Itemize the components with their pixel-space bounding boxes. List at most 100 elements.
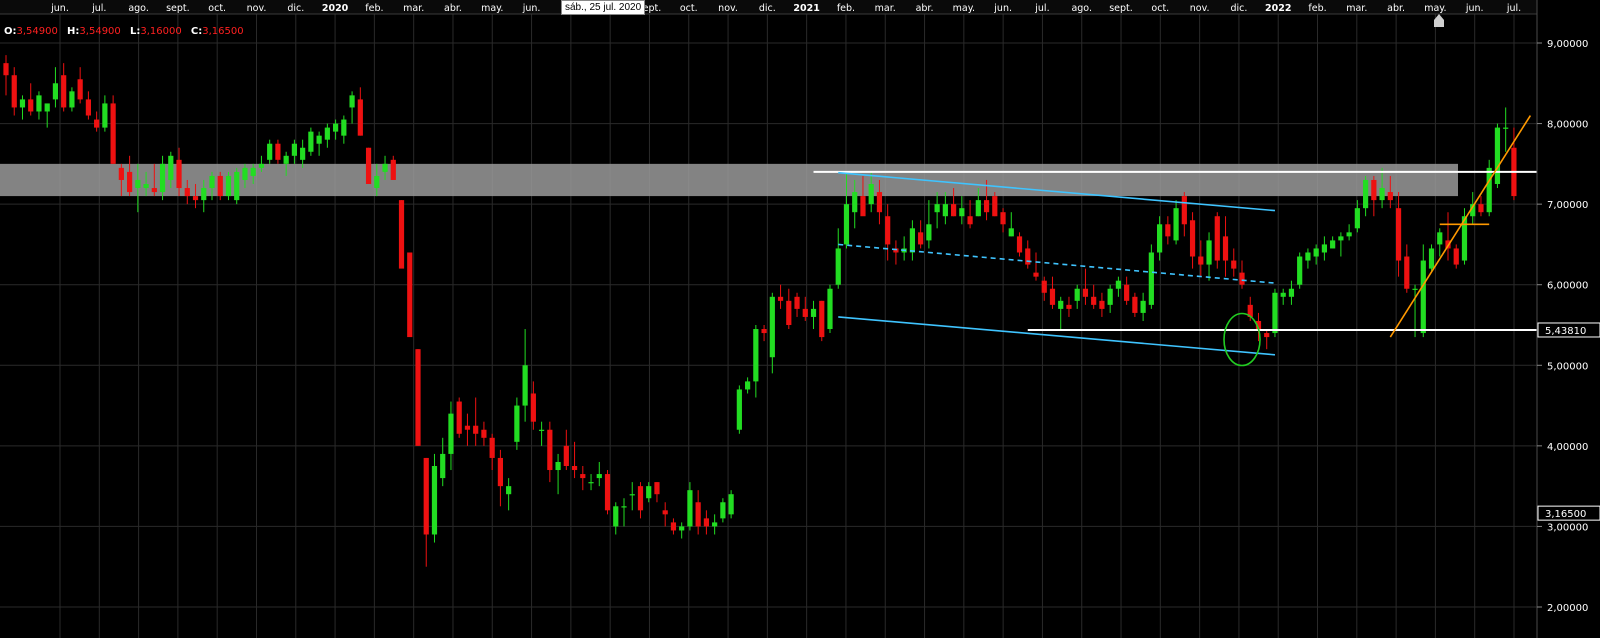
candle[interactable]: [506, 478, 512, 511]
candle[interactable]: [909, 220, 915, 261]
uptrend-line[interactable]: [1389, 115, 1532, 338]
candle[interactable]: [19, 95, 26, 120]
candle[interactable]: [1082, 268, 1089, 305]
candle[interactable]: [571, 441, 578, 479]
candle[interactable]: [926, 200, 932, 249]
candle[interactable]: [646, 482, 652, 503]
candle[interactable]: [1049, 276, 1056, 309]
candle[interactable]: [456, 397, 462, 438]
candlestick-chart[interactable]: 2,00000 3,00000 4,00000 5,00000 6,00000 7,000…: [0, 0, 1600, 638]
candle[interactable]: [580, 466, 586, 491]
candle[interactable]: [1363, 175, 1369, 217]
candle[interactable]: [687, 482, 693, 531]
candle[interactable]: [234, 167, 240, 205]
candle[interactable]: [1214, 212, 1220, 269]
candle[interactable]: [893, 240, 899, 265]
candle[interactable]: [539, 421, 545, 446]
candle[interactable]: [36, 91, 42, 120]
candle[interactable]: [555, 453, 561, 495]
candle[interactable]: [398, 200, 405, 269]
candle[interactable]: [629, 482, 635, 511]
candle[interactable]: [712, 514, 718, 535]
candle[interactable]: [835, 228, 841, 289]
candle[interactable]: [720, 498, 726, 523]
candle[interactable]: [1099, 292, 1105, 317]
candle[interactable]: [341, 115, 347, 144]
candle[interactable]: [1000, 208, 1006, 233]
candle[interactable]: [365, 147, 372, 184]
candle[interactable]: [514, 397, 520, 450]
candle[interactable]: [901, 236, 907, 261]
candle[interactable]: [736, 385, 742, 434]
candle[interactable]: [613, 502, 619, 535]
candle[interactable]: [885, 204, 891, 261]
candle[interactable]: [1157, 216, 1163, 261]
candle[interactable]: [349, 91, 355, 124]
candle[interactable]: [1074, 284, 1080, 309]
candle[interactable]: [794, 292, 800, 317]
candle[interactable]: [1330, 236, 1336, 249]
candle[interactable]: [1033, 252, 1039, 281]
candle[interactable]: [1124, 276, 1130, 305]
candle[interactable]: [1297, 252, 1303, 289]
candle[interactable]: [497, 449, 503, 507]
candle[interactable]: [777, 284, 784, 309]
candle[interactable]: [1222, 216, 1229, 277]
candle[interactable]: [1239, 260, 1245, 289]
candle[interactable]: [464, 413, 471, 446]
candle[interactable]: [415, 349, 421, 446]
candle[interactable]: [662, 502, 668, 527]
candle[interactable]: [637, 482, 644, 519]
candle[interactable]: [423, 457, 429, 567]
candle[interactable]: [357, 87, 363, 136]
candle[interactable]: [819, 300, 825, 342]
candle[interactable]: [267, 139, 273, 164]
highlight-circle[interactable]: [1223, 312, 1261, 367]
candle[interactable]: [934, 192, 940, 229]
candle[interactable]: [753, 325, 759, 398]
candle[interactable]: [1115, 276, 1121, 297]
candle[interactable]: [85, 91, 91, 120]
candle[interactable]: [679, 522, 685, 539]
candle[interactable]: [52, 67, 59, 108]
candle[interactable]: [621, 498, 627, 527]
candle[interactable]: [440, 437, 446, 487]
candle[interactable]: [703, 510, 709, 535]
candle[interactable]: [1503, 107, 1509, 152]
candle[interactable]: [1025, 240, 1031, 269]
candle[interactable]: [481, 421, 487, 446]
candle[interactable]: [1008, 212, 1014, 237]
channel-bottom-line[interactable]: [838, 316, 1276, 356]
candle[interactable]: [316, 131, 322, 156]
candle[interactable]: [1453, 244, 1459, 269]
candle[interactable]: [1148, 244, 1154, 309]
candle[interactable]: [670, 518, 677, 535]
candle[interactable]: [1346, 224, 1352, 241]
candle[interactable]: [110, 95, 116, 164]
candle[interactable]: [1354, 200, 1360, 233]
candle[interactable]: [1404, 244, 1410, 293]
candle[interactable]: [728, 490, 734, 519]
candle[interactable]: [11, 67, 17, 116]
candle[interactable]: [654, 482, 660, 503]
candle[interactable]: [1165, 216, 1171, 245]
candle[interactable]: [1494, 123, 1501, 189]
candle[interactable]: [1305, 248, 1311, 269]
candle[interactable]: [407, 252, 413, 338]
candle[interactable]: [769, 292, 775, 374]
candle[interactable]: [69, 87, 75, 112]
candle[interactable]: [77, 67, 83, 104]
candle[interactable]: [1264, 329, 1270, 350]
candle[interactable]: [1091, 284, 1097, 309]
candle[interactable]: [102, 95, 108, 132]
candle[interactable]: [1371, 175, 1377, 217]
candle[interactable]: [588, 474, 594, 491]
candle[interactable]: [28, 83, 34, 116]
candle[interactable]: [1016, 232, 1023, 257]
candle[interactable]: [596, 461, 602, 487]
candle[interactable]: [827, 284, 833, 334]
candle[interactable]: [786, 288, 792, 330]
candle[interactable]: [695, 490, 701, 535]
candle[interactable]: [1058, 296, 1064, 330]
candle[interactable]: [745, 377, 751, 394]
